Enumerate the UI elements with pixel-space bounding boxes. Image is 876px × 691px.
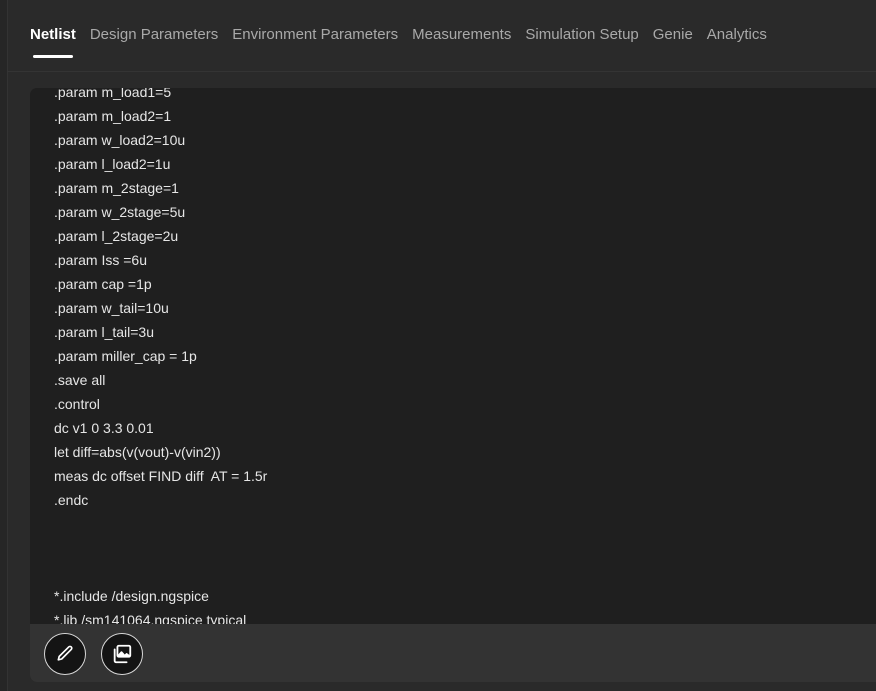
edit-button[interactable] xyxy=(44,633,86,675)
tab-netlist[interactable]: Netlist xyxy=(30,25,76,58)
tab-label: Netlist xyxy=(30,26,76,43)
tab-label: Analytics xyxy=(706,26,767,43)
code-line: *.include /design.ngspice xyxy=(54,588,209,604)
left-panel-edge xyxy=(0,0,8,691)
code-line: .param m_2stage=1 xyxy=(54,180,179,196)
image-gallery-button[interactable] xyxy=(101,633,143,675)
tab-design-parameters[interactable]: Design Parameters xyxy=(90,25,218,45)
code-line: .param Iss =6u xyxy=(54,252,147,268)
code-line: .param l_load2=1u xyxy=(54,156,171,172)
editor-toolbar xyxy=(30,624,876,682)
tab-label: Measurements xyxy=(412,26,512,43)
pencil-icon xyxy=(55,644,75,664)
tab-label: Design Parameters xyxy=(89,26,219,43)
code-line: .save all xyxy=(54,372,106,388)
code-line: .param cap =1p xyxy=(54,276,152,292)
code-line: .endc xyxy=(54,492,89,508)
code-line: meas dc offset FIND diff AT = 1.5r xyxy=(54,468,268,484)
tab-simulation-setup[interactable]: Simulation Setup xyxy=(525,25,638,45)
image-gallery-icon xyxy=(111,643,133,665)
code-line: let diff=abs(v(vout)-v(vin2)) xyxy=(54,444,221,460)
code-line: .param miller_cap = 1p xyxy=(54,348,197,364)
tab-analytics[interactable]: Analytics xyxy=(707,25,767,45)
code-line: .param w_2stage=5u xyxy=(54,204,186,220)
code-line: .param m_load2=1 xyxy=(54,108,172,124)
code-line: .param l_tail=3u xyxy=(54,324,155,340)
tab-label: Environment Parameters xyxy=(232,26,399,43)
code-line: .param w_tail=10u xyxy=(54,300,169,316)
tab-label: Genie xyxy=(652,26,693,43)
code-line: .param l_2stage=2u xyxy=(54,228,179,244)
code-line: dc v1 0 3.3 0.01 xyxy=(54,420,154,436)
active-tab-indicator xyxy=(33,55,73,58)
tab-bar: Netlist Design Parameters Environment Pa… xyxy=(30,25,767,58)
netlist-code-editor[interactable]: .param m_load1=5 .param m_load2=1 .param… xyxy=(30,88,876,682)
tab-genie[interactable]: Genie xyxy=(653,25,693,45)
tab-measurements[interactable]: Measurements xyxy=(412,25,511,45)
tab-label: Simulation Setup xyxy=(525,26,639,43)
code-line: .param w_load2=10u xyxy=(54,132,186,148)
netlist-editor-app: Netlist Design Parameters Environment Pa… xyxy=(0,0,876,691)
tab-environment-parameters[interactable]: Environment Parameters xyxy=(232,25,398,45)
netlist-code[interactable]: .param m_load1=5 .param m_load2=1 .param… xyxy=(54,88,267,632)
code-line: .param m_load1=5 xyxy=(54,88,172,100)
tab-divider xyxy=(7,71,876,72)
code-line: .control xyxy=(54,396,100,412)
